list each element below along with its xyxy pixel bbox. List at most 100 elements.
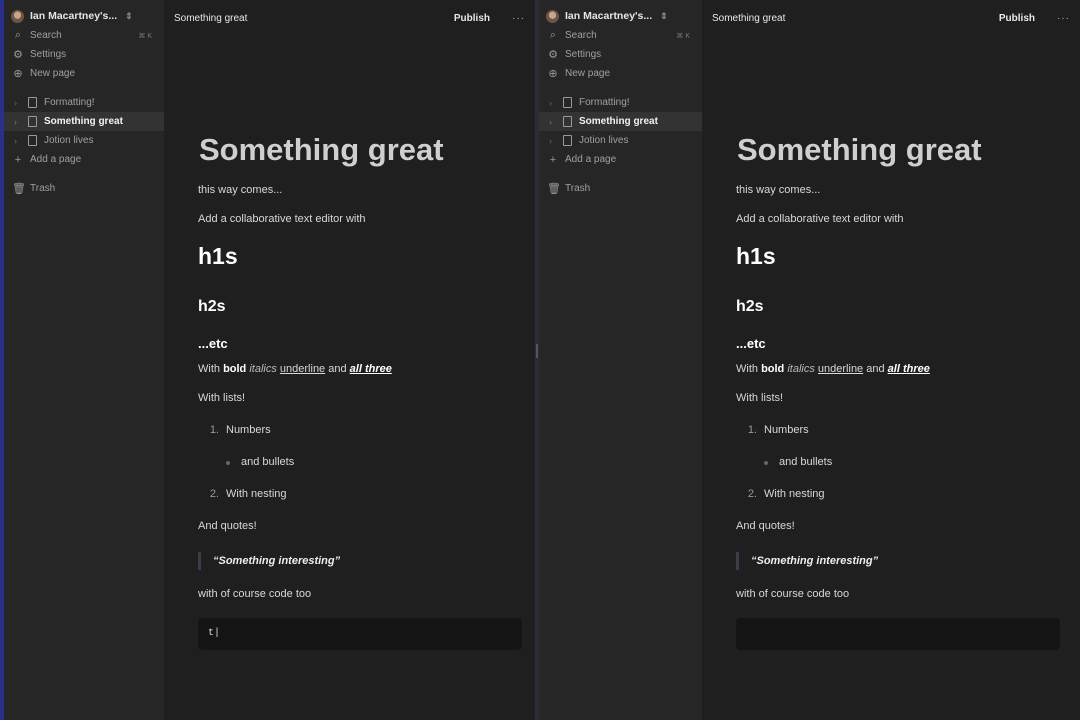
trash-label: Trash [565,183,591,194]
paragraph[interactable]: with of course code too [198,588,535,601]
sidebar-page-item[interactable]: › Something great [539,112,702,131]
top-bar: Something great Publish ··· [702,0,1080,36]
text: and [863,363,888,375]
page-title[interactable]: Something great [199,132,535,168]
bold-italic-underline-text: all three [349,363,392,375]
plus-circle-icon: ⊕ [548,68,558,80]
paragraph[interactable]: And quotes! [198,520,535,533]
sidebar-page-item[interactable]: › Jotion lives [4,131,164,150]
sidebar-settings[interactable]: ⚙ Settings [539,45,702,64]
workspace-switcher[interactable]: Ian Macartney's... ⇕ [539,6,702,26]
sidebar-trash[interactable]: 🗑︎ Trash [539,179,702,198]
file-icon [563,135,572,146]
sidebar-search[interactable]: ⌕ Search ⌘ K [4,26,164,45]
formatting-paragraph[interactable]: With bold italics underline and all thre… [736,363,1080,376]
sidebar-trash[interactable]: 🗑︎ Trash [4,179,164,198]
page-label: Formatting! [44,97,95,108]
paragraph[interactable]: With lists! [198,392,535,405]
list-item[interactable]: 2. With nesting [736,488,1080,501]
publish-button[interactable]: Publish [999,13,1035,24]
sidebar: Ian Macartney's... ⇕ ⌕ Search ⌘ K ⚙ Settings… [539,0,702,720]
sidebar-new-page[interactable]: ⊕ New page [539,64,702,83]
more-options-icon[interactable]: ··· [512,13,525,24]
italic-text: italics [787,363,815,375]
page-label: Jotion lives [579,135,629,146]
workspace-name: Ian Macartney's... [565,10,653,22]
code-block[interactable]: t| [198,618,522,650]
list-item[interactable]: 1. Numbers [198,424,535,437]
breadcrumb-title[interactable]: Something great [712,13,999,24]
document-editor[interactable]: Something great this way comes... Add a … [164,132,535,650]
editor-main: Something great Publish ··· Something grea… [164,0,535,720]
blockquote[interactable]: “Something interesting” [736,552,1080,570]
sidebar-page-item[interactable]: › Something great [4,112,164,131]
paragraph[interactable]: this way comes... [198,184,535,197]
chevron-right-icon[interactable]: › [14,98,24,108]
sidebar-page-item[interactable]: › Formatting! [539,93,702,112]
settings-label: Settings [565,49,602,60]
chevron-right-icon[interactable]: › [549,117,559,127]
underline-text: underline [817,363,864,375]
underline-text: underline [279,363,326,375]
page-title[interactable]: Something great [737,132,1080,168]
sidebar-search[interactable]: ⌕ Search ⌘ K [539,26,702,45]
top-bar: Something great Publish ··· [164,0,535,36]
formatting-paragraph[interactable]: With bold italics underline and all thre… [198,363,535,376]
list-number: 2. [747,488,757,500]
chevron-right-icon[interactable]: › [14,136,24,146]
file-icon [28,116,37,127]
search-icon: ⌕ [549,29,557,41]
text: With [736,363,762,375]
sidebar-page-item[interactable]: › Jotion lives [539,131,702,150]
paragraph[interactable]: And quotes! [736,520,1080,533]
list-number: 1. [209,424,219,436]
list-text: With nesting [764,488,825,500]
chevron-right-icon[interactable]: › [549,136,559,146]
bullet-item[interactable]: and bullets [226,456,535,469]
gear-icon: ⚙ [548,49,558,61]
trash-label: Trash [30,183,56,194]
chevron-right-icon[interactable]: › [14,117,24,127]
paragraph[interactable]: With lists! [736,392,1080,405]
search-icon: ⌕ [14,29,22,41]
bullet-icon [226,461,230,465]
editor-window-left: Ian Macartney's... ⇕ ⌕ Search ⌘ K ⚙ Settings… [0,0,535,720]
blockquote[interactable]: “Something interesting” [198,552,535,570]
heading-2[interactable]: h2s [736,298,1080,316]
breadcrumb-title[interactable]: Something great [174,13,454,24]
file-icon [563,116,572,127]
sidebar-add-page[interactable]: + Add a page [539,150,702,169]
gear-icon: ⚙ [13,49,23,61]
more-options-icon[interactable]: ··· [1057,13,1070,24]
bullet-item[interactable]: and bullets [764,456,1080,469]
resize-handle[interactable] [536,344,538,358]
heading-3[interactable]: ...etc [198,336,535,351]
list-item[interactable]: 2. With nesting [198,488,535,501]
sidebar-add-page[interactable]: + Add a page [4,150,164,169]
paragraph[interactable]: Add a collaborative text editor with [198,213,535,226]
paragraph[interactable]: this way comes... [736,184,1080,197]
heading-3[interactable]: ...etc [736,336,1080,351]
italic-text: italics [249,363,277,375]
workspace-switcher[interactable]: Ian Macartney's... ⇕ [4,6,164,26]
paragraph[interactable]: Add a collaborative text editor with [736,213,1080,226]
plus-icon: + [549,153,557,166]
heading-1[interactable]: h1s [736,243,1080,269]
bullet-text: and bullets [779,456,833,468]
heading-2[interactable]: h2s [198,298,535,316]
sidebar-settings[interactable]: ⚙ Settings [4,45,164,64]
bold-italic-underline-text: all three [887,363,930,375]
document-editor[interactable]: Something great this way comes... Add a … [702,132,1080,650]
sidebar-new-page[interactable]: ⊕ New page [4,64,164,83]
search-label: Search [565,30,597,41]
chevron-updown-icon: ⇕ [660,10,668,21]
paragraph[interactable]: with of course code too [736,588,1080,601]
code-block[interactable] [736,618,1060,650]
sidebar-page-item[interactable]: › Formatting! [4,93,164,112]
chevron-right-icon[interactable]: › [549,98,559,108]
heading-1[interactable]: h1s [198,243,535,269]
add-page-label: Add a page [30,154,82,165]
publish-button[interactable]: Publish [454,13,490,24]
list-item[interactable]: 1. Numbers [736,424,1080,437]
editor-window-right: Ian Macartney's... ⇕ ⌕ Search ⌘ K ⚙ Settings… [539,0,1080,720]
